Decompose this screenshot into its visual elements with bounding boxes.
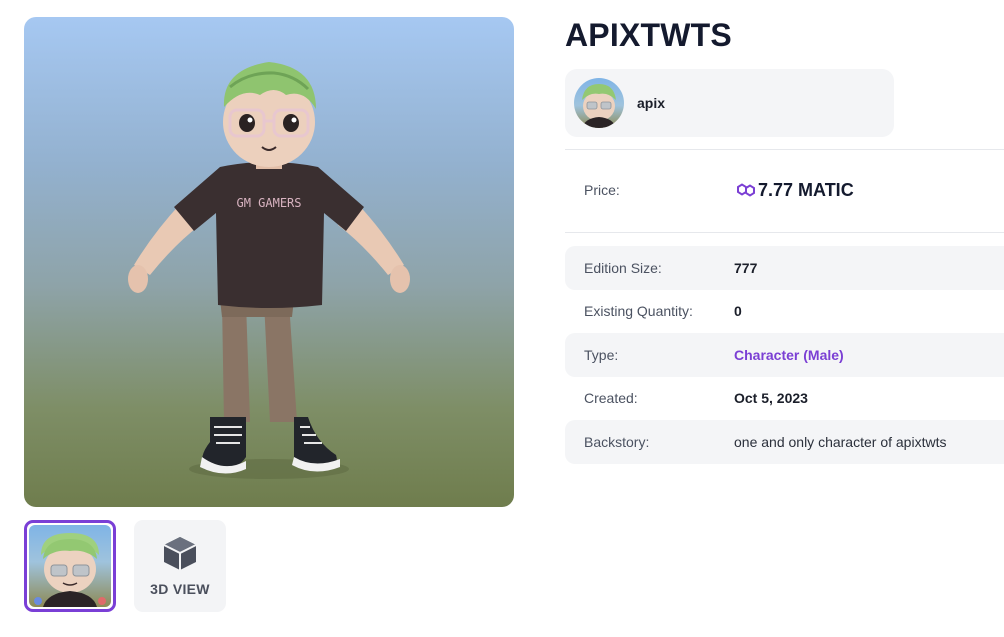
owner-card[interactable]: apix: [565, 69, 894, 137]
detail-row-edition-size: Edition Size: 777: [565, 246, 1004, 290]
divider: [565, 232, 1004, 233]
detail-label: Existing Quantity:: [584, 303, 693, 320]
price-label: Price:: [584, 182, 620, 198]
detail-value: Oct 5, 2023: [734, 390, 808, 407]
detail-value: 0: [734, 303, 742, 320]
price-row: Price: 7.77 MATIC: [565, 165, 1004, 215]
detail-label: Backstory:: [584, 433, 650, 450]
detail-label: Created:: [584, 390, 638, 407]
polygon-icon: [737, 183, 755, 197]
view3d-label: 3D VIEW: [150, 581, 210, 597]
detail-row-backstory: Backstory: one and only character of api…: [565, 420, 1004, 464]
item-title: APIXTWTS: [565, 17, 732, 53]
character-3d-render: GM GAMERS: [128, 62, 410, 479]
detail-label: Type:: [584, 346, 619, 363]
thumbnail-avatar-image[interactable]: [24, 520, 116, 612]
owner-name[interactable]: apix: [637, 95, 665, 111]
price-amount: 7.77 MATIC: [758, 179, 854, 200]
detail-value: one and only character of apixtwts: [734, 433, 947, 450]
detail-row-created: Created: Oct 5, 2023: [565, 377, 1004, 421]
type-link[interactable]: Character (Male): [734, 347, 844, 363]
details-table: Edition Size: 777 Existing Quantity: 0 T…: [565, 246, 1004, 464]
cube-icon: [163, 537, 197, 570]
detail-row-type: Type: Character (Male): [565, 333, 1004, 377]
thumbnail-3d-view-button[interactable]: 3D VIEW: [134, 520, 226, 612]
main-media-viewer[interactable]: GM GAMERS: [24, 17, 514, 507]
avatar-thumbnail-art: [34, 533, 106, 607]
divider: [565, 149, 1004, 150]
detail-value: 777: [734, 259, 758, 276]
shirt-text: GM GAMERS: [236, 196, 301, 210]
price-value: 7.77 MATIC: [736, 180, 854, 201]
detail-row-existing-quantity: Existing Quantity: 0: [565, 290, 1004, 334]
detail-label: Edition Size:: [584, 259, 662, 276]
owner-avatar: [574, 78, 624, 128]
